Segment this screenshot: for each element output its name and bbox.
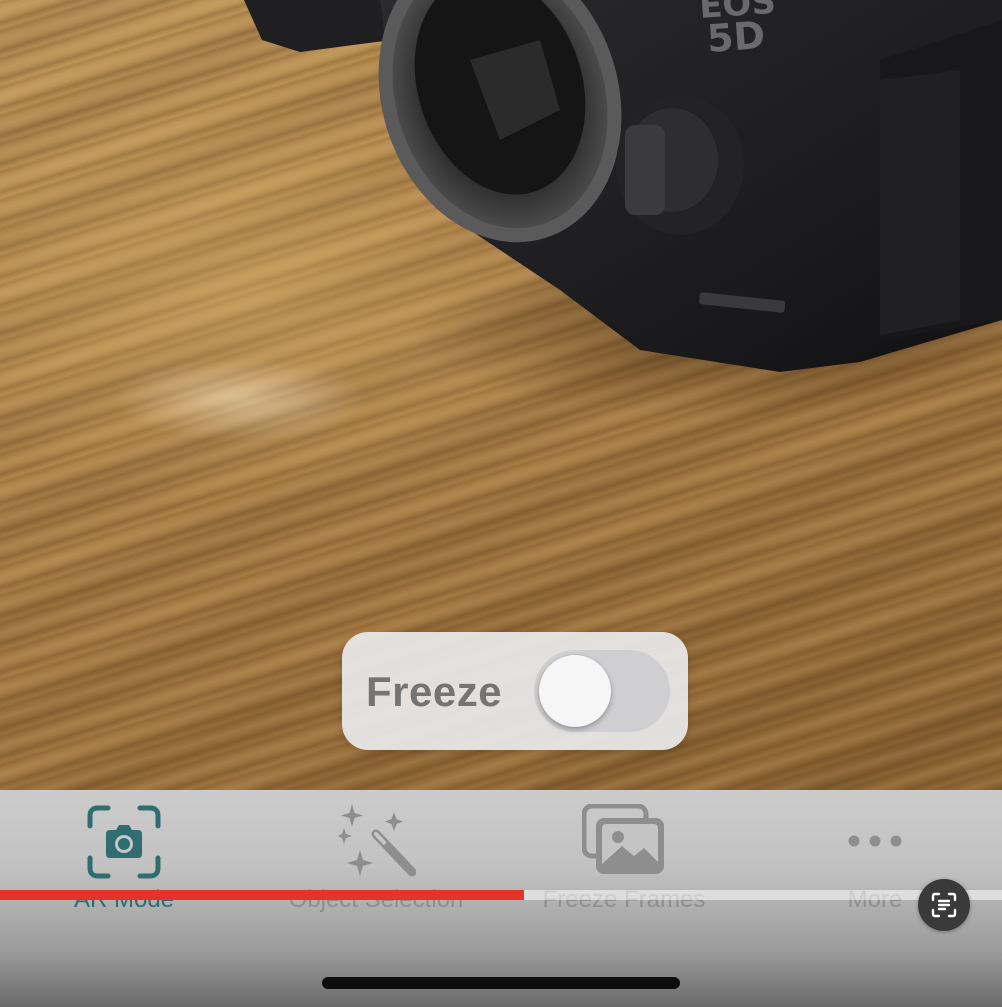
home-indicator[interactable] [322, 977, 680, 989]
freeze-toggle-card: Freeze [342, 632, 688, 750]
lens-scan-button[interactable] [918, 879, 970, 931]
ellipsis-icon [847, 834, 903, 853]
app-screen: EOS 5D Freeze [0, 0, 1002, 1007]
magic-wand-icon [336, 804, 417, 885]
photo-stack-icon [581, 803, 666, 881]
ar-camera-view[interactable]: EOS 5D Freeze [0, 0, 1002, 790]
toggle-knob[interactable] [539, 655, 611, 727]
tab-object-selection[interactable]: Object Selection [260, 790, 492, 920]
tab-ar-mode[interactable]: AR Mode [24, 790, 224, 920]
camera-icon [86, 804, 162, 885]
tab-freeze-frames[interactable]: Freeze Frames [520, 790, 728, 920]
video-progress-bar[interactable] [0, 890, 1002, 900]
video-progress-fill [0, 890, 525, 900]
freeze-toggle-switch[interactable] [534, 650, 670, 732]
lens-scan-icon [931, 892, 957, 918]
freeze-label: Freeze [366, 668, 503, 715]
svg-text:5D: 5D [706, 13, 767, 61]
